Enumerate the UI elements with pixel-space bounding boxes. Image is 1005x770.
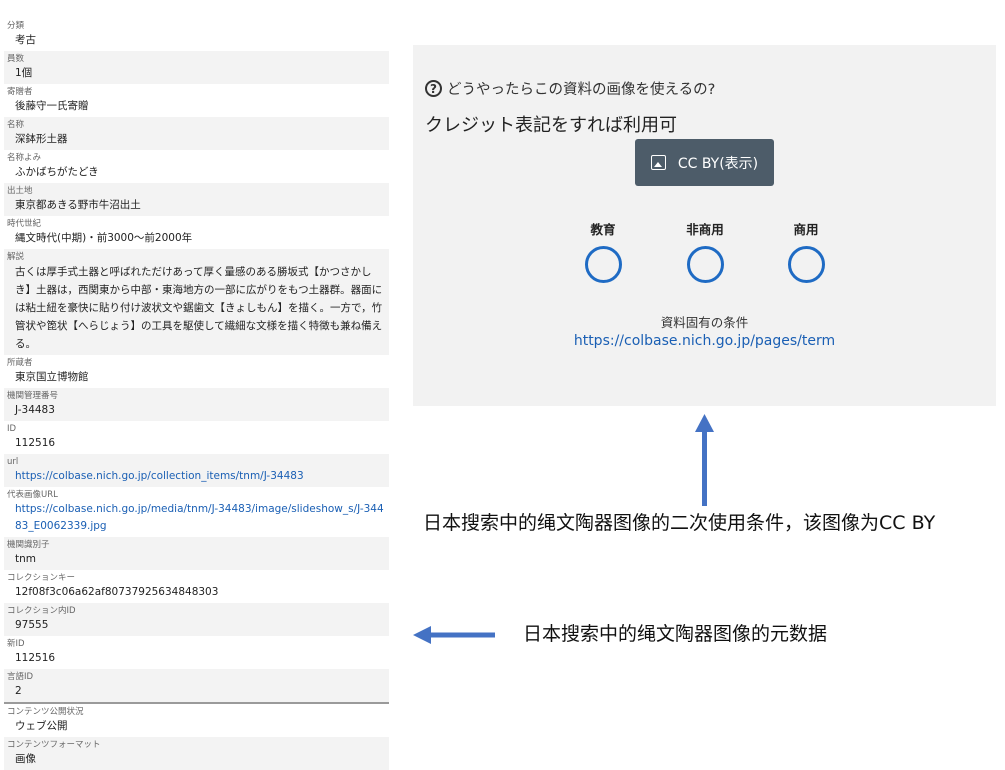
license-annotation: 日本搜索中的绳文陶器图像的二次使用条件，该图像为CC BY [423,512,936,534]
usage-label: 商用 [793,222,819,237]
metadata-list: 分類 考古 員数 1個 寄贈者 後藤守一氏寄贈 名称 深鉢形土器 名称よみ ふか… [4,18,389,770]
field-value: 深鉢形土器 [15,133,68,145]
cc-by-button-label: CC BY(表示) [677,155,759,172]
usage-noncommercial: 非商用 [675,219,735,283]
field-id: ID 112516 [4,421,389,454]
field-institution-id: 機関識別子 tnm [4,537,389,570]
allowed-circle-icon [686,246,724,283]
field-count: 員数 1個 [4,51,389,84]
field-label: 出土地 [7,186,33,196]
license-question: ? どうやったらこの資料の画像を使えるの? [425,78,715,99]
conditions-link[interactable]: https://colbase.nich.go.jp/pages/term [413,333,996,349]
field-label: ID [7,424,17,434]
allowed-circle-icon [584,246,622,283]
image-icon [650,155,666,170]
metadata-annotation: 日本搜索中的绳文陶器图像的元数据 [523,623,828,645]
field-label: 機関識別子 [7,540,50,550]
url-link[interactable]: https://colbase.nich.go.jp/collection_it… [7,468,389,485]
field-value: 東京国立博物館 [15,371,89,383]
field-value: 後藤守一氏寄贈 [15,100,89,112]
field-value: 112516 [15,652,56,664]
field-label: 時代世紀 [7,219,42,229]
usage-label: 教育 [590,222,616,237]
field-value: J-34483 [15,404,55,416]
field-new-id: 新ID 112516 [4,636,389,669]
field-content-format: コンテンツフォーマット 画像 [4,737,389,770]
license-panel: ? どうやったらこの資料の画像を使えるの? クレジット表記をすれば利用可 CC … [413,45,996,406]
field-image-url: 代表画像URL https://colbase.nich.go.jp/media… [4,487,389,537]
field-period: 時代世紀 縄文時代(中期)・前3000～前2000年 [4,216,389,249]
cc-by-button[interactable]: CC BY(表示) [635,139,774,186]
field-name-reading: 名称よみ ふかばちがたどき [4,150,389,183]
field-value: 1個 [15,67,33,79]
field-value: 東京都あきる野市牛沼出土 [15,199,141,211]
field-label: 代表画像URL [7,490,58,500]
field-label: 名称 [7,120,25,130]
field-value: 12f08f3c06a62af80737925634848303 [15,586,219,598]
field-label: 名称よみ [7,153,42,163]
field-value: 画像 [15,753,36,765]
field-label: コンテンツ公開状況 [7,707,84,717]
field-label: 所蔵者 [7,358,33,368]
field-value: 考古 [15,34,36,46]
field-description: 解説 古くは厚手式土器と呼ばれただけあって厚く量感のある勝坂式【かつさかしき】土… [4,249,389,355]
usage-education: 教育 [573,219,633,283]
field-donor: 寄贈者 後藤守一氏寄贈 [4,84,389,117]
field-value: 縄文時代(中期)・前3000～前2000年 [15,232,193,244]
left-arrow-icon [413,626,495,644]
field-collection-key: コレクションキー 12f08f3c06a62af8073792563484830… [4,570,389,603]
field-value: ウェブ公開 [15,720,68,732]
field-value: 2 [15,685,22,697]
field-label: 解説 [7,252,25,262]
usage-label: 非商用 [686,222,724,237]
field-label: 寄贈者 [7,87,33,97]
field-value: 97555 [15,619,49,631]
field-value: 古くは厚手式土器と呼ばれただけあって厚く量感のある勝坂式【かつさかしき】土器は，… [15,266,383,350]
field-label: 員数 [7,54,25,64]
field-publication-status: コンテンツ公開状況 ウェブ公開 [4,704,389,737]
field-label: コンテンツフォーマット [7,740,101,750]
field-label: 機関管理番号 [7,391,59,401]
field-value: 112516 [15,437,56,449]
field-label: url [7,457,19,467]
field-value: tnm [15,553,36,565]
field-label: 分類 [7,21,25,31]
field-name: 名称 深鉢形土器 [4,117,389,150]
field-label: 言語ID [7,672,34,682]
image-url-link[interactable]: https://colbase.nich.go.jp/media/tnm/J-3… [7,501,389,535]
field-label: コレクションキー [7,573,76,583]
field-language-id: 言語ID 2 [4,669,389,704]
field-collection-internal-id: コレクション内ID 97555 [4,603,389,636]
field-label: 新ID [7,639,25,649]
conditions-label: 資料固有の条件 [660,315,749,330]
field-label: コレクション内ID [7,606,76,616]
field-excavation-site: 出土地 東京都あきる野市牛沼出土 [4,183,389,216]
license-question-text: どうやったらこの資料の画像を使えるの? [447,82,716,98]
field-classification: 分類 考古 [4,18,389,51]
credit-text: クレジット表記をすれば利用可 [425,115,677,136]
field-management-number: 機関管理番号 J-34483 [4,388,389,421]
field-url: url https://colbase.nich.go.jp/collectio… [4,454,389,487]
up-arrow-icon [695,414,714,506]
question-icon: ? [425,80,442,97]
usage-commercial: 商用 [776,219,836,283]
field-owner: 所蔵者 東京国立博物館 [4,355,389,388]
allowed-circle-icon [787,246,825,283]
field-value: ふかばちがたどき [15,166,99,178]
